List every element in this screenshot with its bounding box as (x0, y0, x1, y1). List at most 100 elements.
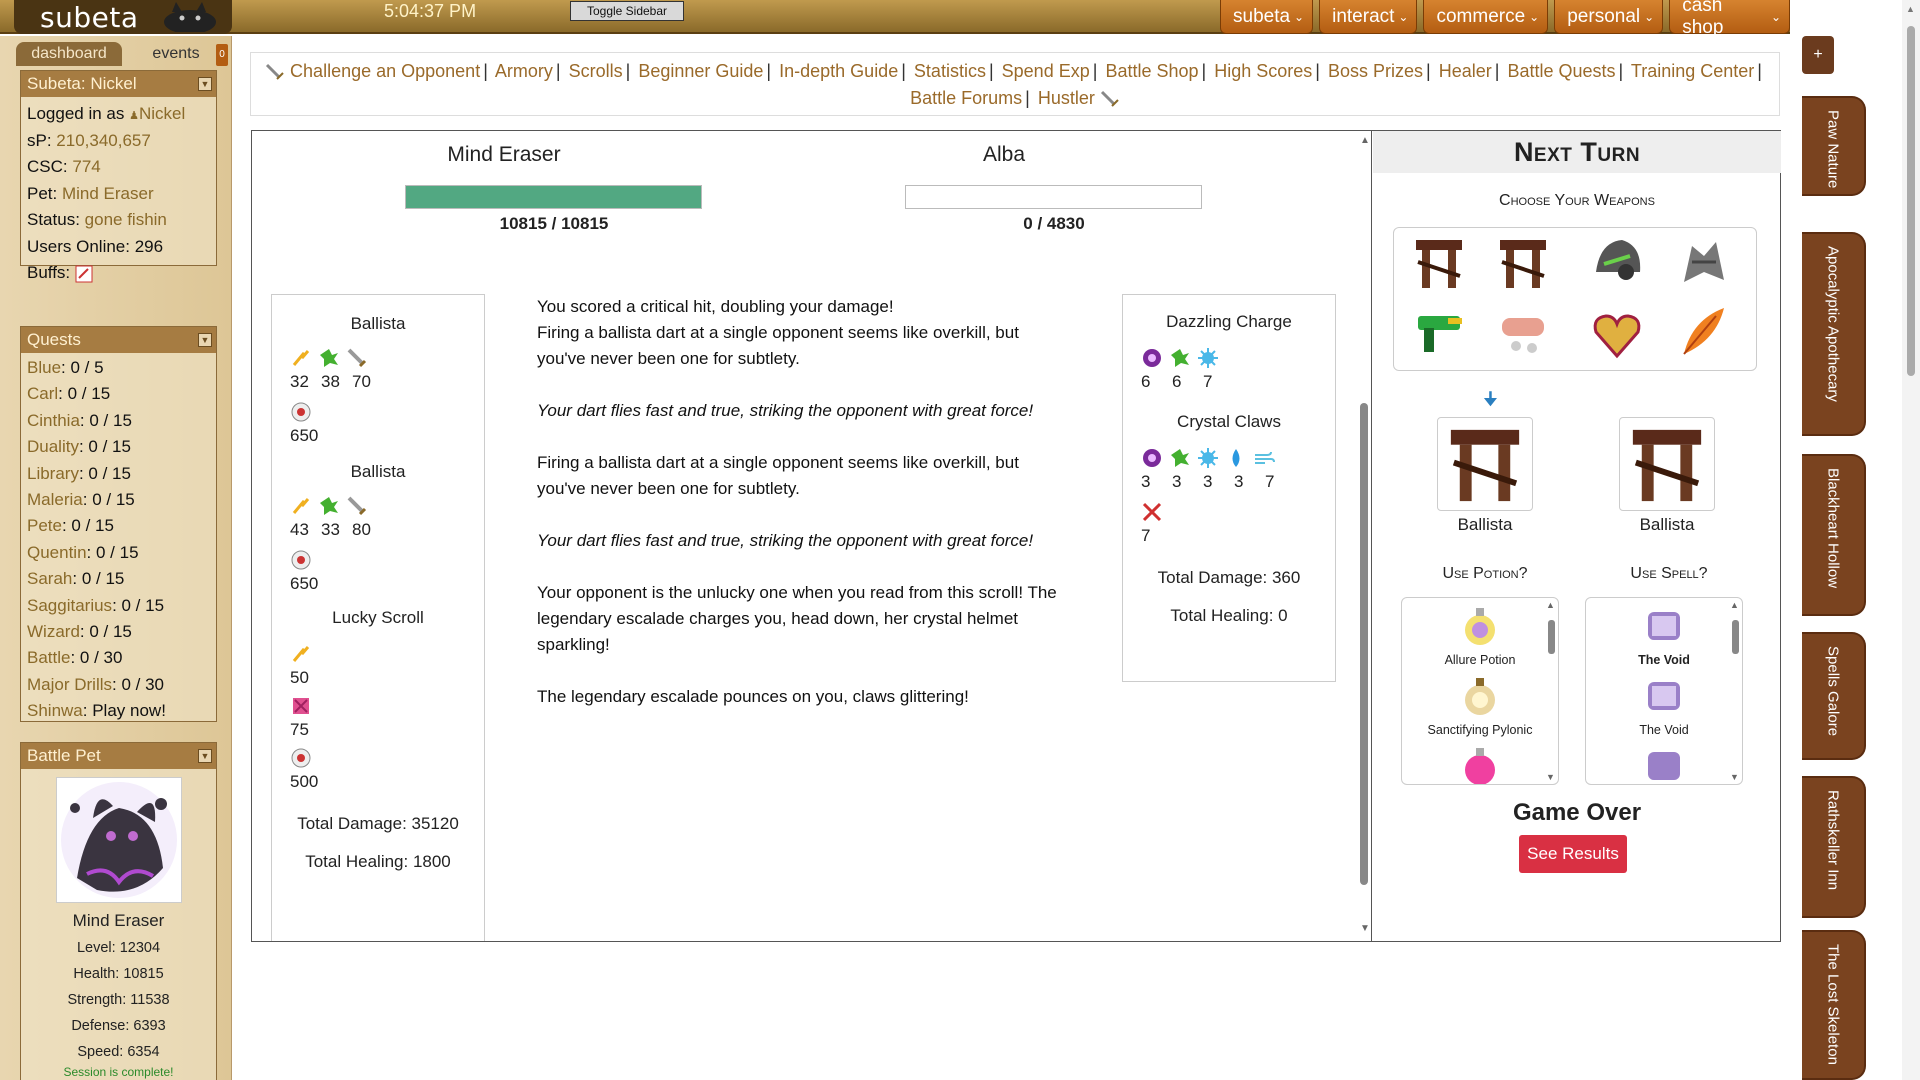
quest-name[interactable]: Pete (27, 516, 62, 535)
quest-name[interactable]: Carl (27, 384, 58, 403)
side-tab-blackheart-hollow[interactable]: Blackheart Hollow (1802, 454, 1866, 616)
collapse-icon[interactable]: ▼ (198, 77, 212, 91)
spell-item[interactable] (1586, 738, 1742, 784)
potion-item[interactable] (1402, 738, 1558, 784)
weapon-dragon-armor[interactable] (1672, 232, 1734, 294)
spell-item[interactable]: The Void (1586, 598, 1742, 668)
quest-item[interactable]: Battle: 0 / 30 (27, 645, 210, 671)
nav-personal[interactable]: personal ⌄ (1554, 0, 1664, 34)
nav-commerce[interactable]: commerce ⌄ (1423, 0, 1549, 34)
side-tab-spells-galore[interactable]: Spells Galore (1802, 632, 1866, 760)
link-healer[interactable]: Healer (1439, 61, 1492, 81)
potion-item[interactable]: Sanctifying Pylonic (1402, 668, 1558, 738)
quest-item[interactable]: Maleria: 0 / 15 (27, 487, 210, 513)
tab-dashboard[interactable]: dashboard (16, 42, 122, 66)
scroll-up-icon[interactable]: ▲ (1730, 600, 1739, 610)
link-beginner-guide[interactable]: Beginner Guide (638, 61, 763, 81)
collapse-icon[interactable]: ▼ (198, 333, 212, 347)
side-tab-rathskeller-inn[interactable]: Rathskeller Inn (1802, 776, 1866, 918)
side-tab-paw-nature[interactable]: Paw Nature (1802, 96, 1866, 196)
quest-name[interactable]: Battle (27, 648, 70, 667)
csc-value[interactable]: 774 (72, 157, 100, 176)
quest-name[interactable]: Quentin (27, 543, 87, 562)
spell-item[interactable]: The Void (1586, 668, 1742, 738)
link-hustler[interactable]: Hustler (1038, 88, 1095, 108)
weapon-heart-locket[interactable] (1586, 300, 1648, 362)
quest-item[interactable]: Cinthia: 0 / 15 (27, 408, 210, 434)
weapon-mech-helmet[interactable] (1586, 232, 1648, 294)
quest-name[interactable]: Saggitarius (27, 596, 112, 615)
toggle-sidebar-button[interactable]: Toggle Sidebar (570, 1, 684, 21)
potion-item[interactable]: Allure Potion (1402, 598, 1558, 668)
collapse-icon[interactable]: ▼ (198, 749, 212, 763)
quest-item[interactable]: Sarah: 0 / 15 (27, 566, 210, 592)
weapon-ballista[interactable] (1492, 232, 1554, 294)
page-scroll-thumb[interactable] (1907, 26, 1915, 376)
link-training-center[interactable]: Training Center (1631, 61, 1754, 81)
see-results-button[interactable]: See Results (1519, 835, 1627, 873)
quest-name[interactable]: Cinthia (27, 411, 80, 430)
quest-item[interactable]: Shinwa: Play now! (27, 698, 210, 724)
weapon-green-gun[interactable] (1408, 300, 1470, 362)
link-battle-quests[interactable]: Battle Quests (1507, 61, 1615, 81)
link-battle-shop[interactable]: Battle Shop (1105, 61, 1198, 81)
quest-item[interactable]: Saggitarius: 0 / 15 (27, 593, 210, 619)
quest-name[interactable]: Duality (27, 437, 79, 456)
side-tab-apocalyptic-apothecary[interactable]: Apocalyptic Apothecary (1802, 232, 1866, 436)
link-in-depth-guide[interactable]: In-depth Guide (779, 61, 898, 81)
link-battle-forums[interactable]: Battle Forums (910, 88, 1022, 108)
weapon-ballista[interactable] (1408, 232, 1470, 294)
scroll-up-icon[interactable]: ▲ (1358, 135, 1371, 149)
quest-item[interactable]: Wizard: 0 / 15 (27, 619, 210, 645)
pet-name[interactable]: Mind Eraser (21, 907, 216, 935)
nav-subeta[interactable]: subeta ⌄ (1220, 0, 1314, 34)
scroll-down-icon[interactable]: ▼ (1358, 923, 1371, 937)
link-armory[interactable]: Armory (495, 61, 553, 81)
battle-scrollbar[interactable] (1360, 403, 1368, 885)
quest-item[interactable]: Duality: 0 / 15 (27, 434, 210, 460)
weapon-fire-feather[interactable] (1672, 300, 1734, 362)
nav-interact[interactable]: interact ⌄ (1319, 0, 1418, 34)
buff-icon[interactable] (75, 265, 93, 283)
quest-name[interactable]: Shinwa (27, 701, 83, 720)
quest-name[interactable]: Library (27, 464, 79, 483)
scroll-up-icon[interactable]: ▲ (1546, 600, 1555, 610)
quest-item[interactable]: Pete: 0 / 15 (27, 513, 210, 539)
side-tab-the-lost-skeleton[interactable]: The Lost Skeleton (1802, 930, 1866, 1080)
quest-name[interactable]: Maleria (27, 490, 83, 509)
potion-list-scrollbar[interactable]: ▲ ▼ (1546, 600, 1556, 782)
sp-value[interactable]: 210,340,657 (56, 131, 151, 150)
spell-list[interactable]: The Void The Void ▲ ▼ (1585, 597, 1743, 785)
link-spend-exp[interactable]: Spend Exp (1002, 61, 1090, 81)
quest-item[interactable]: Library: 0 / 15 (27, 461, 210, 487)
selected-weapon-1[interactable] (1437, 417, 1533, 511)
quest-item[interactable]: Quentin: 0 / 15 (27, 540, 210, 566)
link-challenge-opponent[interactable]: Challenge an Opponent (290, 61, 480, 81)
selected-weapon-2[interactable] (1619, 417, 1715, 511)
username-link[interactable]: Nickel (139, 104, 185, 123)
potion-list[interactable]: Allure Potion Sanctifying Pylonic ▲ ▼ (1401, 597, 1559, 785)
quest-name[interactable]: Sarah (27, 569, 72, 588)
quest-name[interactable]: Wizard (27, 622, 80, 641)
status-value[interactable]: gone fishin (85, 210, 167, 229)
link-scrolls[interactable]: Scrolls (569, 61, 623, 81)
scroll-down-icon[interactable]: ▼ (1730, 772, 1739, 782)
site-logo[interactable]: subeta (14, 0, 232, 34)
nav-cash-shop[interactable]: cash shop ⌄ (1669, 0, 1790, 38)
link-high-scores[interactable]: High Scores (1214, 61, 1312, 81)
quest-name[interactable]: Blue (27, 358, 61, 377)
page-scrollbar[interactable]: ▲ (1902, 0, 1920, 1080)
scroll-down-icon[interactable]: ▼ (1546, 772, 1555, 782)
weapon-canister[interactable] (1492, 300, 1554, 362)
add-tab-button[interactable]: + (1802, 36, 1834, 74)
link-statistics[interactable]: Statistics (914, 61, 986, 81)
tab-events[interactable]: events (126, 42, 226, 66)
pet-avatar[interactable] (55, 777, 182, 903)
pet-value[interactable]: Mind Eraser (62, 184, 154, 203)
quest-item[interactable]: Carl: 0 / 15 (27, 381, 210, 407)
quest-item[interactable]: Major Drills: 0 / 30 (27, 672, 210, 698)
spell-list-scrollbar[interactable]: ▲ ▼ (1730, 600, 1740, 782)
quest-name[interactable]: Major Drills (27, 675, 112, 694)
scroll-up-icon[interactable]: ▲ (1906, 4, 1915, 14)
quest-item[interactable]: Blue: 0 / 5 (27, 355, 210, 381)
